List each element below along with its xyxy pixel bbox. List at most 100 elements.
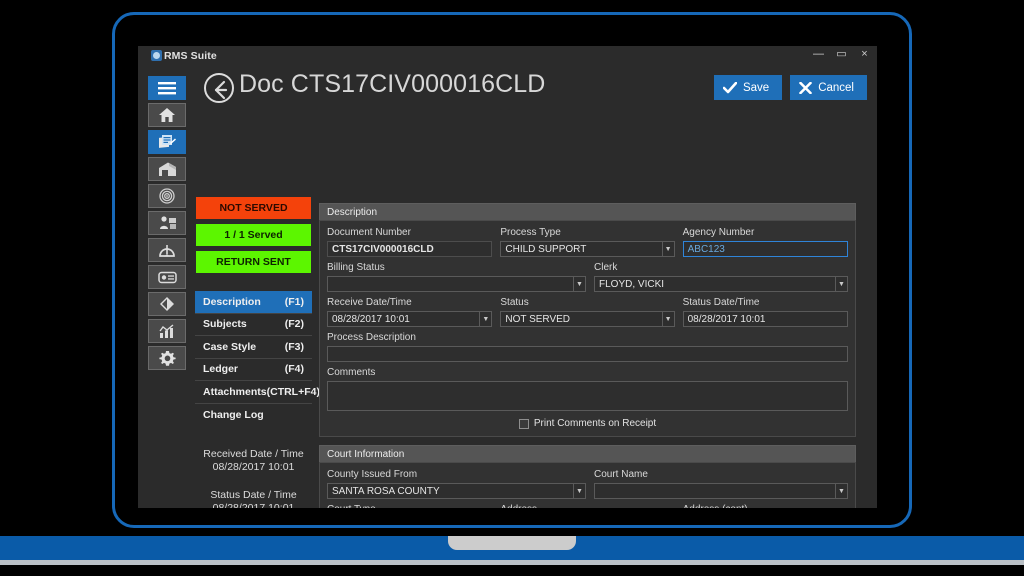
status-chips: NOT SERVED 1 / 1 Served RETURN SENT <box>195 196 312 274</box>
received-date-value: 08/28/2017 10:01 <box>212 461 295 473</box>
action-buttons: Save Cancel <box>713 75 867 100</box>
tab-shortcut: (F2) <box>284 318 304 331</box>
tab-case-style[interactable]: Case Style (F3) <box>195 336 312 359</box>
tab-ledger[interactable]: Ledger (F4) <box>195 359 312 381</box>
window-controls: — ▭ × <box>812 48 871 61</box>
court-panel-body: County Issued From SANTA ROSA COUNTY ▼ C… <box>319 462 856 508</box>
received-date-label: Received Date / Time <box>203 448 304 460</box>
scales-icon[interactable] <box>148 238 186 262</box>
app-title: RMS Suite <box>164 50 217 62</box>
address-cont-label: Address (cont) <box>683 503 848 508</box>
print-comments-checkbox[interactable] <box>518 418 529 429</box>
date-info: Received Date / Time 08/28/2017 10:01 St… <box>195 448 312 508</box>
document-number-field[interactable]: CTS17CIV000016CLD <box>327 241 493 257</box>
process-type-field[interactable]: CHILD SUPPORT ▼ <box>500 241 675 257</box>
icon-rail <box>148 76 186 370</box>
court-panel-title: Court Information <box>319 445 856 462</box>
status-date-field[interactable]: 08/28/2017 10:01 <box>682 311 848 327</box>
tab-label: Subjects <box>203 318 247 331</box>
home-icon[interactable] <box>148 103 186 127</box>
officer-desk-icon[interactable] <box>148 211 186 235</box>
left-column: NOT SERVED 1 / 1 Served RETURN SENT Desc… <box>195 196 320 508</box>
fingerprint-icon[interactable] <box>148 184 186 208</box>
warehouse-icon[interactable] <box>148 157 186 181</box>
back-arrow-icon[interactable] <box>204 73 234 103</box>
cancel-label: Cancel <box>818 81 854 94</box>
application-window: RMS Suite — ▭ × Doc CTS17CIV000016CLD Sa… <box>138 46 877 508</box>
hamburger-menu-icon[interactable] <box>148 76 186 100</box>
status-badge: RETURN SENT <box>195 250 312 274</box>
comments-field[interactable] <box>327 381 848 411</box>
tab-subjects[interactable]: Subjects (F2) <box>195 314 312 336</box>
close-button[interactable]: × <box>858 48 871 61</box>
status-badge: 1 / 1 Served <box>195 223 312 247</box>
court-information-panel: Court Information County Issued From SAN… <box>319 445 856 508</box>
chevron-down-icon[interactable]: ▼ <box>573 277 585 291</box>
id-card-icon[interactable] <box>148 265 186 289</box>
court-name-field[interactable]: ▼ <box>594 483 848 499</box>
chevron-down-icon[interactable]: ▼ <box>661 242 674 256</box>
tab-label: Attachments <box>203 385 267 398</box>
header-bar: Doc CTS17CIV000016CLD Save Cancel <box>138 68 877 114</box>
tab-label: Change Log <box>203 408 264 421</box>
tab-label: Ledger <box>203 363 239 376</box>
status-label: Status <box>500 297 529 308</box>
cancel-button[interactable]: Cancel <box>790 75 867 100</box>
evidence-icon[interactable] <box>148 292 186 316</box>
billing-status-field[interactable]: ▼ <box>327 276 586 292</box>
process-type-label: Process Type <box>500 227 561 238</box>
gear-icon[interactable] <box>148 346 186 370</box>
receive-date-field[interactable]: 08/28/2017 10:01 ▼ <box>327 311 493 327</box>
chevron-down-icon[interactable]: ▼ <box>835 484 847 498</box>
app-icon <box>151 50 162 61</box>
status-badge-label: RETURN SENT <box>216 256 291 268</box>
laptop-trackpad-notch <box>448 536 576 550</box>
tab-change-log[interactable]: Change Log <box>195 404 312 427</box>
bar-chart-icon[interactable] <box>148 319 186 343</box>
nav-tabs: Description (F1) Subjects (F2) Case Styl… <box>195 291 320 427</box>
county-issued-from-field[interactable]: SANTA ROSA COUNTY ▼ <box>327 483 586 499</box>
court-name-label: Court Name <box>594 469 648 480</box>
status-date-label: Status Date/Time <box>682 297 760 308</box>
status-date-label: Status Date / Time <box>210 489 297 501</box>
billing-status-label: Billing Status <box>327 262 385 273</box>
status-date-value: 08/28/2017 10:01 <box>212 502 295 508</box>
address-label: Address <box>500 503 674 508</box>
maximize-button[interactable]: ▭ <box>835 48 848 61</box>
documents-icon[interactable] <box>148 130 186 154</box>
tab-shortcut: (F3) <box>284 340 304 353</box>
receive-date-label: Receive Date/Time <box>327 297 412 308</box>
tab-label: Description <box>203 295 261 308</box>
print-comments-row: Print Comments on Receipt <box>327 418 848 429</box>
tab-label: Case Style <box>203 340 257 353</box>
description-panel-body: Document Number CTS17CIV000016CLD Proces… <box>319 220 856 437</box>
laptop-base-shadow <box>0 560 1024 565</box>
chevron-down-icon[interactable]: ▼ <box>479 312 491 326</box>
tab-description[interactable]: Description (F1) <box>195 291 312 314</box>
save-button[interactable]: Save <box>713 75 783 100</box>
agency-number-field[interactable]: ABC123 <box>682 241 848 257</box>
process-description-field[interactable] <box>327 346 848 362</box>
status-field[interactable]: NOT SERVED ▼ <box>500 311 675 327</box>
chevron-down-icon[interactable]: ▼ <box>661 312 674 326</box>
description-panel-title: Description <box>319 203 856 220</box>
tab-shortcut: (F1) <box>284 295 304 308</box>
form-region: Description Document Number CTS17CIV0000… <box>319 203 856 508</box>
laptop-mockup: RMS Suite — ▭ × Doc CTS17CIV000016CLD Sa… <box>0 0 1024 576</box>
comments-label: Comments <box>327 367 376 378</box>
status-badge-label: NOT SERVED <box>219 202 288 214</box>
print-comments-label: Print Comments on Receipt <box>533 418 657 429</box>
page-title: Doc CTS17CIV000016CLD <box>239 70 546 98</box>
clerk-label: Clerk <box>594 262 618 273</box>
process-description-label: Process Description <box>327 332 416 343</box>
clerk-field[interactable]: FLOYD, VICKI ▼ <box>594 276 848 292</box>
x-icon <box>799 81 812 94</box>
chevron-down-icon[interactable]: ▼ <box>835 277 847 291</box>
tab-attachments[interactable]: Attachments (CTRL+F4) <box>195 381 320 404</box>
chevron-down-icon[interactable]: ▼ <box>573 484 585 498</box>
minimize-button[interactable]: — <box>812 48 825 61</box>
status-badge: NOT SERVED <box>195 196 312 220</box>
agency-number-label: Agency Number <box>682 227 755 238</box>
status-badge-label: 1 / 1 Served <box>224 229 283 241</box>
checkmark-icon <box>722 81 737 93</box>
